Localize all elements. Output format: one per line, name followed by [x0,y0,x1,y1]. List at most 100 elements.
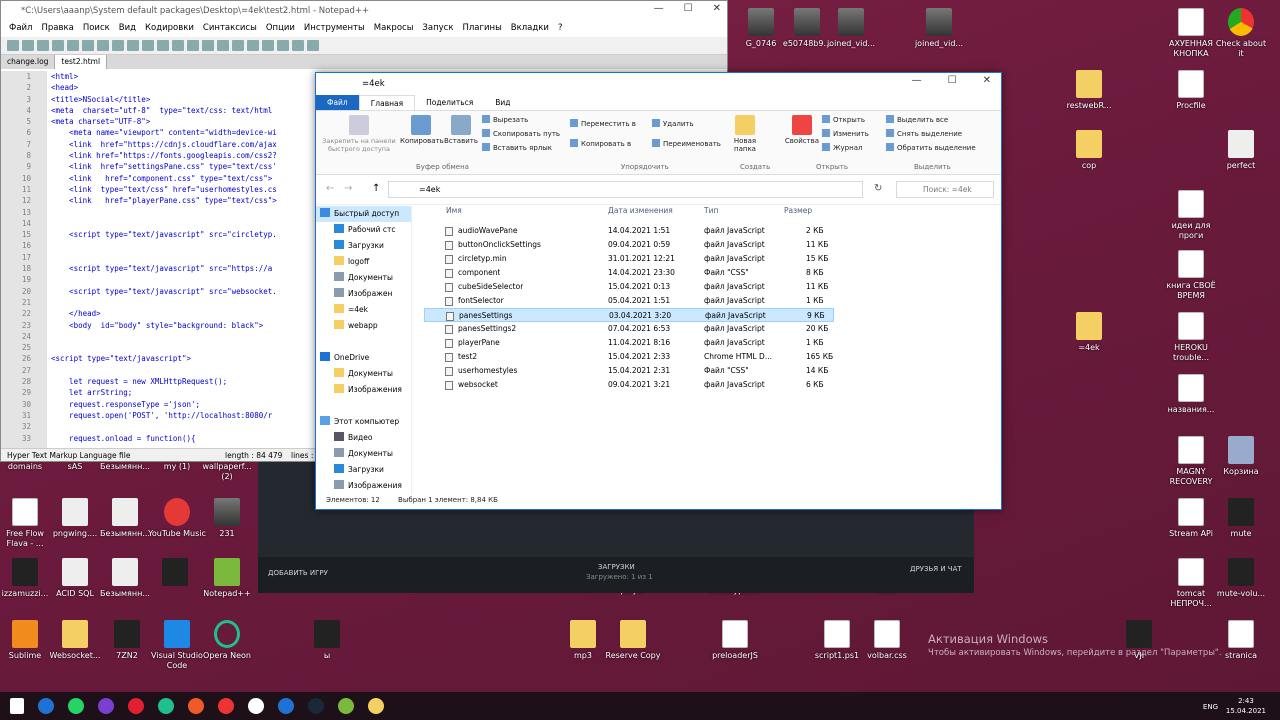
col-name[interactable]: Имя [446,206,462,215]
nav-item[interactable]: Загрузки [316,238,411,254]
ribbon-tab-home[interactable]: Главная [358,95,416,110]
taskbar-app-icon[interactable] [128,698,144,714]
desktop-icon[interactable]: 7ZN2 [98,620,156,661]
desktop-icon[interactable]: Корзина [1212,436,1270,477]
nav-item[interactable] [316,334,411,350]
print-icon[interactable] [82,40,94,51]
desktop-icon[interactable]: mp3 [554,620,612,661]
cut-button[interactable]: Вырезать [482,115,528,124]
menu-item[interactable]: Поиск [83,23,110,35]
desktop-icon[interactable] [146,558,204,589]
nav-item[interactable]: =4ek [316,302,411,318]
file-row[interactable]: fontSelector 05.04.2021 1:51 файл JavaScri… [424,294,834,308]
nav-item[interactable]: webapp [316,318,411,334]
nav-item[interactable]: Загрузки [316,462,411,478]
tab-test2[interactable]: test2.html [55,55,108,69]
menu-item[interactable]: Файл [9,23,32,35]
menu-item[interactable]: Инструменты [304,23,365,35]
col-date[interactable]: Дата изменения [608,206,673,215]
desktop-icon[interactable]: =4ek [1060,312,1118,353]
desktop-icon[interactable]: Opera Neon [198,620,256,661]
tab-change-log[interactable]: change.log [1,55,56,69]
close-icon[interactable]: ✕ [713,3,721,14]
pin-button[interactable]: Закрепить на панели быстрого доступа [318,113,400,153]
file-row[interactable]: audioWavePane 14.04.2021 1:51 файл JavaScr… [424,224,834,238]
desktop-icon[interactable]: cop [1060,130,1118,171]
select-none-button[interactable]: Снять выделение [886,129,962,138]
desktop-icon[interactable]: perfect [1212,130,1270,171]
file-row[interactable]: panesSettings 03.04.2021 3:20 файл JavaScr… [424,308,834,322]
steam-friends[interactable]: ДРУЗЬЯ И ЧАТ [910,565,962,573]
desktop-icon[interactable]: Check about it [1212,8,1270,59]
menu-item[interactable]: Запуск [422,23,453,35]
taskbar-app-icon[interactable] [68,698,84,714]
desktop-icon[interactable]: Procfile [1162,70,1220,111]
menu-item[interactable]: Синтаксисы [203,23,257,35]
copy-to-button[interactable]: Копировать в [570,139,631,148]
stop-icon[interactable] [292,40,304,51]
copy-path-button[interactable]: Скопировать путь [482,129,560,138]
taskbar-app-icon[interactable] [158,698,174,714]
search-input[interactable]: Поиск: =4ek [896,181,994,198]
menu-item[interactable]: Вид [119,23,136,35]
rename-button[interactable]: Переименовать [652,139,721,148]
menu-item[interactable]: Опции [266,23,295,35]
paste-button[interactable]: Вставить [442,113,480,145]
play-icon[interactable] [307,40,319,51]
desktop-icon[interactable]: Безымянн... [96,498,154,539]
desktop-icon[interactable]: volbar.css [858,620,916,661]
nav-item[interactable]: Видео [316,430,411,446]
taskbar-app-icon[interactable] [338,698,354,714]
desktop-icon[interactable]: Безымянн... [96,462,154,472]
desktop-icon[interactable]: Visual Studio Code [148,620,206,671]
replace-icon[interactable] [187,40,199,51]
file-row[interactable]: panesSettings2 07.04.2021 6:53 файл JavaSc… [424,322,834,336]
desktop-icon[interactable]: preloaderJS [706,620,764,661]
desktop-icon[interactable]: названия... [1162,374,1220,415]
close-icon[interactable]: ✕ [983,75,991,86]
desktop-icon[interactable]: Websocket... [46,620,104,661]
file-row[interactable]: websocket 09.04.2021 3:21 файл JavaScript 6… [424,378,834,392]
file-row[interactable]: buttonOnclickSettings 09.04.2021 0:59 файл… [424,238,834,252]
explorer-title-bar[interactable]: =4ek — ☐ ✕ [316,73,1001,95]
copy-icon[interactable] [112,40,124,51]
select-all-button[interactable]: Выделить все [886,115,948,124]
menu-item[interactable]: Плагины [462,23,501,35]
notepad-title-bar[interactable]: *C:\Users\aaanp\System default packages\… [1,1,727,21]
move-to-button[interactable]: Переместить в [570,119,636,128]
cut-icon[interactable] [97,40,109,51]
desktop-icon[interactable]: wallpaperf... (2) [198,462,256,482]
close-file-icon[interactable] [67,40,79,51]
language-indicator[interactable]: ENG [1203,702,1218,712]
desktop-icon[interactable]: 231 [198,498,256,539]
record-icon[interactable] [277,40,289,51]
desktop-icon[interactable]: joined_vid... [822,8,880,49]
new-file-icon[interactable] [7,40,19,51]
file-row[interactable]: userhomestyles 15.04.2021 2:31 Файл "CSS" 1… [424,364,834,378]
taskbar-app-icon[interactable] [38,698,54,714]
file-row[interactable]: playerPane 11.04.2021 8:16 файл JavaScript… [424,336,834,350]
nav-item[interactable]: logoff [316,254,411,270]
desktop-icon[interactable]: Sublime [0,620,54,661]
steam-downloads[interactable]: ЗАГРУЗКИ [598,563,635,571]
nav-item[interactable]: OneDrive [316,350,411,366]
refresh-icon[interactable]: ↻ [874,183,882,194]
forward-icon[interactable]: → [344,183,352,194]
code-text[interactable]: <html> <head> <title>NSocial</title> <meta … [51,71,319,444]
desktop-icon[interactable]: книга СВОЁ ВРЕМЯ [1162,250,1220,301]
menu-item[interactable]: Правка [41,23,73,35]
nav-item[interactable]: Изображен [316,286,411,302]
sync-icon[interactable] [232,40,244,51]
nav-item[interactable]: Документы [316,366,411,382]
undo-icon[interactable] [142,40,154,51]
redo-icon[interactable] [157,40,169,51]
minimize-icon[interactable]: — [654,3,664,14]
find-icon[interactable] [172,40,184,51]
nav-item[interactable]: Изображения [316,382,411,398]
taskbar-app-icon[interactable] [98,698,114,714]
paste-icon[interactable] [127,40,139,51]
nav-item[interactable]: Быстрый доступ [316,206,411,222]
nav-item[interactable]: Этот компьютер [316,414,411,430]
ribbon-tab-file[interactable]: Файл [316,95,359,110]
menu-item[interactable]: Кодировки [145,23,194,35]
